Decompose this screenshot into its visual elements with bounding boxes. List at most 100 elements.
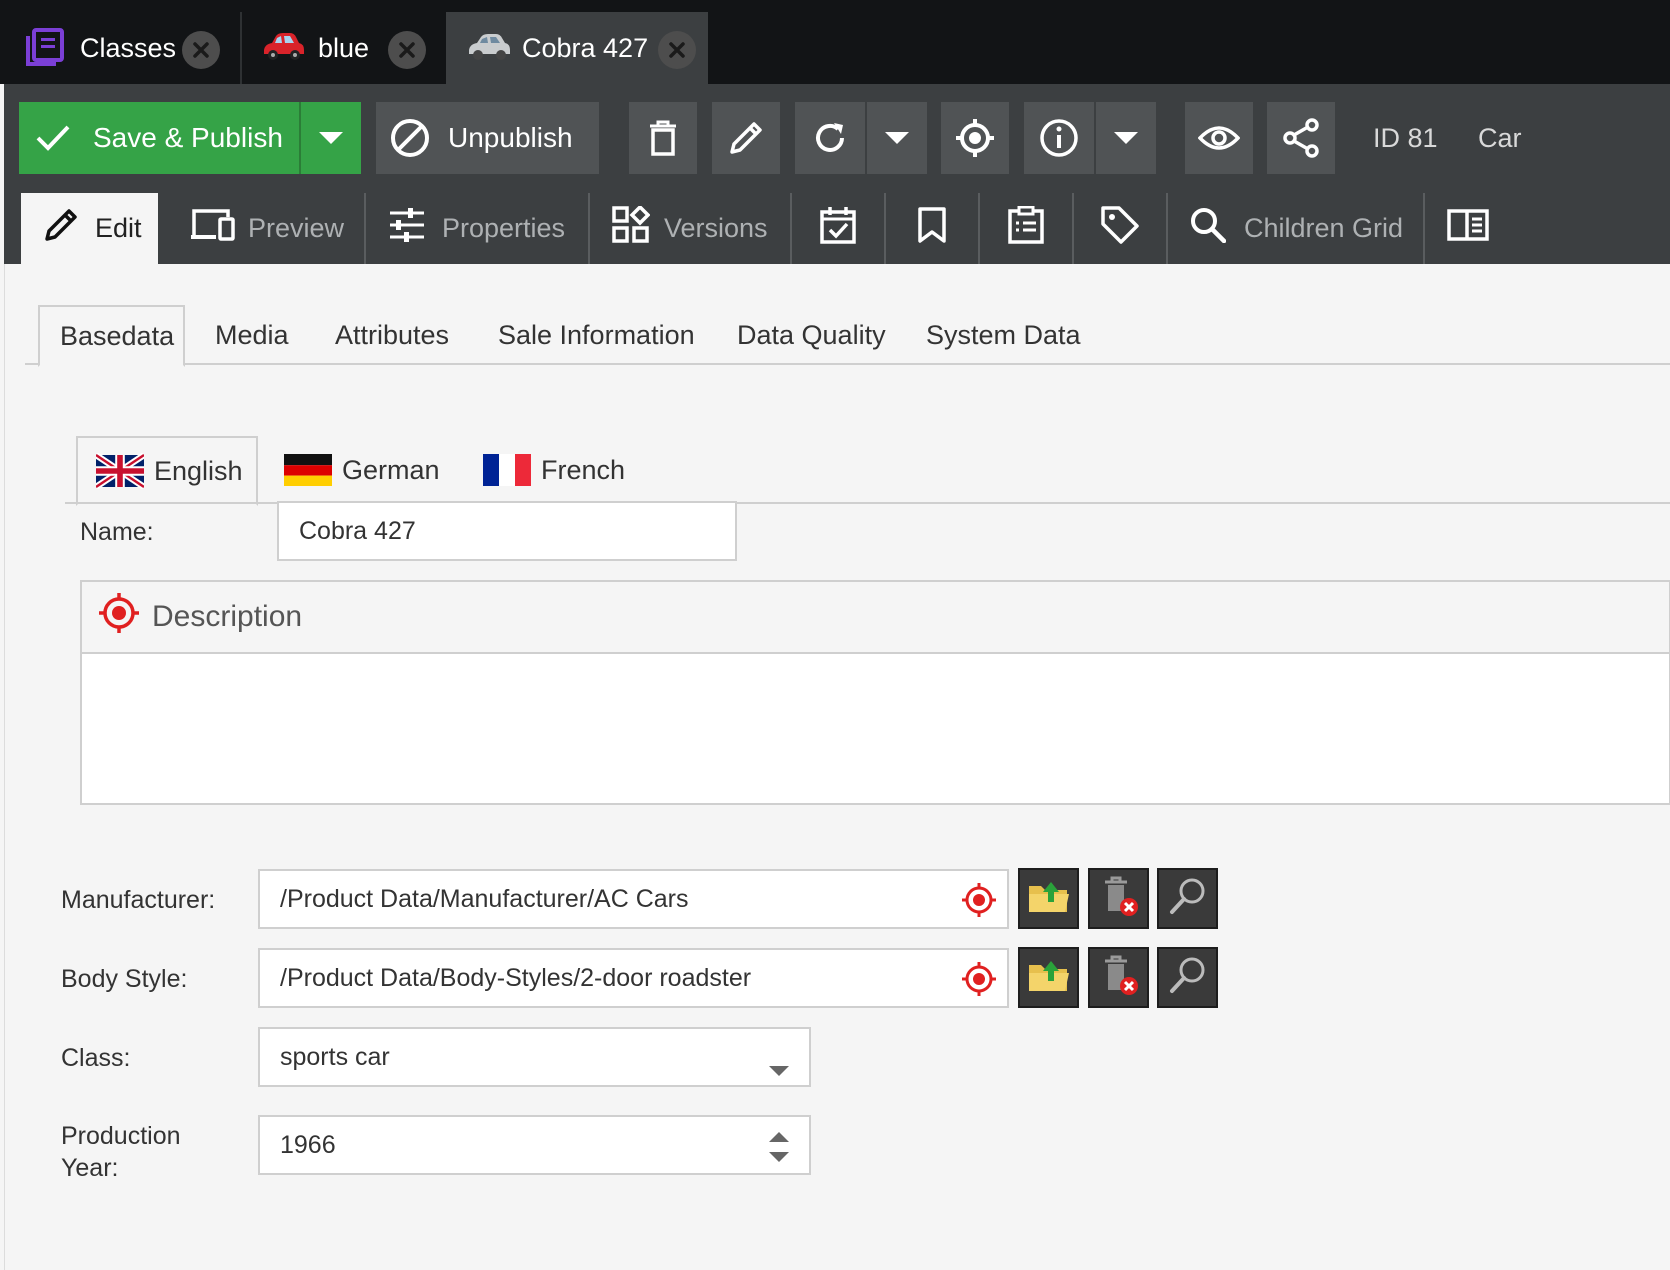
classes-icon [24,28,66,75]
tab-cobra-427[interactable]: Cobra 427 [446,12,708,84]
tab-blue[interactable]: blue [242,12,444,84]
locate-in-tree-button[interactable] [941,102,1009,174]
ban-icon [390,118,430,158]
tab-blue-label: blue [318,32,370,63]
description-editor: Description [80,580,1670,805]
object-toolbar: Save & Publish Unpublish ID 81 Car [0,84,1670,179]
tab-split-view[interactable] [1425,193,1510,264]
tab-system-data[interactable]: System Data [926,305,1081,365]
production-year-label-line1: Production [61,1122,181,1150]
close-icon[interactable] [182,31,220,69]
name-value: Cobra 427 [299,516,416,545]
editor-mode-tabs: Edit Preview Properties Versions Childre… [0,179,1670,264]
tab-versions-label: Versions [664,213,768,243]
unpublish-button[interactable]: Unpublish [376,102,599,174]
pencil-icon [728,120,764,156]
tab-properties-label: Properties [442,213,566,243]
tab-media-label: Media [215,319,289,350]
tab-classes-label: Classes [80,32,177,63]
open-bodystyle-button[interactable] [1018,947,1079,1008]
target-icon[interactable] [961,961,997,1004]
tab-properties[interactable]: Properties [366,193,588,264]
tab-french[interactable]: French [483,436,625,504]
save-options-dropdown[interactable] [301,102,361,174]
close-icon[interactable] [388,31,426,69]
pencil-icon [43,207,79,250]
class-select[interactable]: sports car [258,1027,811,1087]
bodystyle-label: Body Style: [61,965,188,993]
checkmark-icon [35,124,71,152]
tab-english-label: English [154,455,243,486]
share-icon [1282,118,1320,158]
tab-attributes-label: Attributes [335,319,450,350]
split-view-icon [1446,209,1489,248]
tab-edit-label: Edit [95,213,142,243]
bookmark-icon [917,207,947,250]
reload-options-dropdown[interactable] [867,102,927,174]
tab-basedata[interactable]: Basedata [38,305,185,367]
rename-button[interactable] [712,102,780,174]
tab-versions[interactable]: Versions [590,193,790,264]
tab-german-label: German [342,454,440,485]
class-value: sports car [280,1042,390,1071]
language-tabs: English German French [65,436,1670,506]
tag-icon [1100,205,1140,252]
bodystyle-input[interactable]: /Product Data/Body-Styles/2-door roadste… [258,948,1009,1008]
reload-button[interactable] [795,102,865,174]
folder-upload-icon [1027,957,1071,998]
manufacturer-input[interactable]: /Product Data/Manufacturer/AC Cars [258,869,1009,929]
layout-tabs: Basedata Media Attributes Sale Informati… [25,305,1670,367]
caret-down-icon [1113,131,1139,145]
info-icon [1039,118,1079,158]
tab-schedule[interactable] [792,193,884,264]
tab-preview-label: Preview [248,213,345,243]
tab-german[interactable]: German [284,436,440,504]
clipboard-list-icon [1008,205,1044,251]
info-button[interactable] [1024,102,1094,174]
reload-icon [812,120,848,156]
tab-notes-events[interactable] [980,193,1072,264]
info-options-dropdown[interactable] [1096,102,1156,174]
clear-manufacturer-button[interactable] [1088,868,1149,929]
search-manufacturer-button[interactable] [1157,868,1218,929]
name-input[interactable]: Cobra 427 [277,501,737,561]
close-icon[interactable] [658,31,696,69]
versions-icon [612,204,651,251]
tab-french-label: French [541,454,626,485]
object-edit-panel: Basedata Media Attributes Sale Informati… [4,264,1670,1270]
class-label: Class: [61,1044,131,1072]
tab-edit[interactable]: Edit [21,193,158,264]
tab-dependencies[interactable] [886,193,978,264]
tab-basedata-label: Basedata [60,320,175,351]
target-icon[interactable] [961,882,997,925]
manufacturer-label: Manufacturer: [61,886,216,914]
production-year-input[interactable]: 1966 [258,1115,811,1175]
german-flag-icon [284,454,332,486]
save-publish-button[interactable]: Save & Publish [19,102,299,174]
tab-english[interactable]: English [76,436,258,506]
name-label: Name: [80,518,154,546]
tab-children-grid[interactable]: Children Grid [1168,193,1423,264]
description-textarea[interactable] [82,654,1669,803]
tab-data-quality[interactable]: Data Quality [737,305,886,365]
tab-sale-information[interactable]: Sale Information [498,305,695,365]
tab-media[interactable]: Media [215,305,289,365]
caret-down-icon [884,131,910,145]
bodystyle-value: /Product Data/Body-Styles/2-door roadste… [280,963,752,992]
delete-button[interactable] [629,102,697,174]
tab-tags[interactable] [1074,193,1166,264]
search-icon [1168,876,1208,921]
red-car-icon [260,30,306,69]
unpublish-label: Unpublish [448,122,573,153]
clear-bodystyle-button[interactable] [1088,947,1149,1008]
open-manufacturer-button[interactable] [1018,868,1079,929]
search-bodystyle-button[interactable] [1157,947,1218,1008]
tab-classes[interactable]: Classes [0,12,240,84]
tab-preview[interactable]: Preview [158,193,364,264]
spinner-arrows-icon[interactable] [769,1131,789,1170]
tab-attributes[interactable]: Attributes [335,305,449,365]
share-button[interactable] [1267,102,1335,174]
preview-button[interactable] [1185,102,1253,174]
tab-data-quality-label: Data Quality [737,319,886,350]
tab-children-grid-label: Children Grid [1244,213,1404,243]
